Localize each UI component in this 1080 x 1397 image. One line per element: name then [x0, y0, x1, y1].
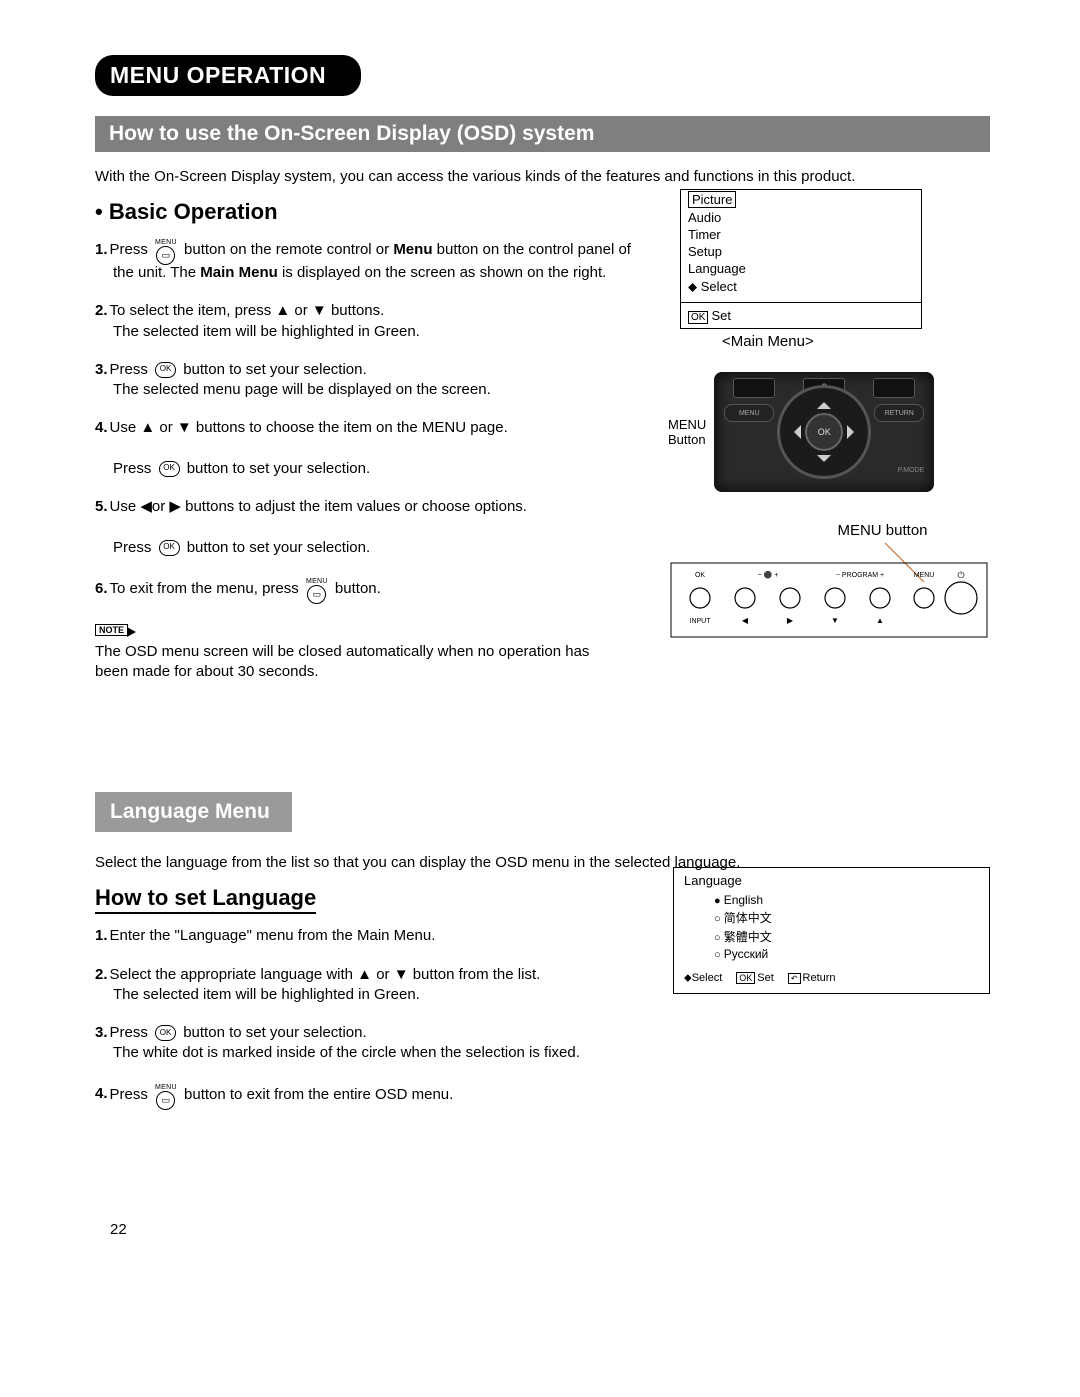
lang-step-3: 3.Press OK button to set your selection.… — [95, 1023, 653, 1064]
section-title: MENU OPERATION — [95, 55, 361, 96]
lang-option-english: English — [684, 892, 979, 908]
lang-option-traditional-chinese: 繁體中文 — [684, 927, 979, 946]
ok-button-icon: OK — [155, 362, 176, 378]
osd-item-language: Language — [681, 260, 921, 277]
osd-item-timer: Timer — [681, 226, 921, 243]
remote-down-icon — [817, 455, 831, 469]
lang-hint-set: OKSet — [736, 972, 774, 985]
step-2: 2.To select the item, press ▲ or ▼ butto… — [95, 301, 650, 342]
remote-ok-button: OK — [805, 413, 843, 451]
panel-caption: MENU button — [775, 522, 990, 539]
step-6: 6.To exit from the menu, press MENU▭ but… — [95, 576, 650, 602]
remote-pmode-label: P.MODE — [898, 467, 925, 474]
svg-text:◀: ◀ — [742, 616, 749, 625]
svg-text:− ⚫ +: − ⚫ + — [758, 570, 779, 579]
step-4: 4.Use ▲ or ▼ buttons to choose the item … — [95, 418, 650, 479]
remote-control-diagram: MENUButton 0 MENU RETURN OK P.MODE — [668, 372, 990, 492]
note-text: The OSD menu screen will be closed autom… — [95, 642, 610, 683]
svg-text:OK: OK — [695, 572, 705, 579]
lang-step-2: 2.Select the appropriate language with ▲… — [95, 965, 653, 1006]
svg-text:▶: ▶ — [787, 616, 794, 625]
svg-text:− PROGRAM +: − PROGRAM + — [836, 572, 884, 579]
updown-icon: ⬥ — [684, 972, 692, 984]
remote-menu-label: MENUButton — [668, 417, 706, 447]
remote-up-icon — [817, 395, 831, 409]
step-5: 5.Use ◀or ▶ buttons to adjust the item v… — [95, 497, 650, 558]
language-osd-diagram: Language English 简体中文 繁體中文 Русский ⬥Sele… — [673, 867, 990, 994]
svg-text:INPUT: INPUT — [690, 618, 712, 625]
svg-text:⏻: ⏻ — [957, 570, 964, 580]
subsection-bar-language: Language Menu — [95, 792, 292, 832]
lang-hint-select: ⬥Select — [684, 972, 722, 985]
osd-caption: <Main Menu> — [722, 333, 990, 350]
lang-step-1: 1.Enter the "Language" menu from the Mai… — [95, 926, 653, 946]
ok-button-icon: OK — [155, 1025, 176, 1041]
remote-dpad: OK — [777, 385, 871, 479]
menu-button-icon: MENU▭ — [306, 578, 328, 604]
page-number: 22 — [110, 1221, 990, 1238]
menu-button-icon: MENU▭ — [155, 1084, 177, 1110]
remote-return-button: RETURN — [874, 404, 924, 422]
basic-operation-steps: 1.Press MENU▭ button on the remote contr… — [95, 237, 650, 602]
osd-item-audio: Audio — [681, 209, 921, 226]
lang-option-russian: Русский — [684, 946, 979, 962]
remote-left-icon — [787, 425, 801, 439]
how-to-set-language-heading: How to set Language — [95, 885, 316, 914]
lang-osd-title: Language — [684, 873, 979, 888]
remote-right-icon — [847, 425, 861, 439]
ok-button-icon: OK — [159, 540, 180, 556]
osd-item-setup: Setup — [681, 243, 921, 260]
osd-hint-select: ⬥ Select — [681, 277, 921, 299]
ok-button-icon: OK — [159, 461, 180, 477]
lang-step-4: 4.Press MENU▭ button to exit from the en… — [95, 1082, 653, 1108]
osd-item-picture: Picture — [688, 191, 736, 208]
osd-main-menu-diagram: Picture Audio Timer Setup Language ⬥ Sel… — [680, 189, 922, 329]
basic-operation-heading: Basic Operation — [95, 199, 650, 225]
note-badge: NOTE — [95, 624, 128, 636]
svg-text:MENU: MENU — [914, 572, 935, 579]
updown-icon: ⬥ — [688, 279, 697, 294]
language-steps: 1.Enter the "Language" menu from the Mai… — [95, 926, 653, 1107]
menu-button-icon: MENU▭ — [155, 239, 177, 265]
lang-option-simplified-chinese: 简体中文 — [684, 908, 979, 927]
svg-text:▲: ▲ — [876, 616, 884, 625]
front-panel-diagram: MENU button OK − ⚫ + − PROGRAM + MENU ⏻ — [670, 522, 990, 648]
lang-hint-return: ↶Return — [788, 972, 836, 985]
step-3: 3.Press OK button to set your selection.… — [95, 360, 650, 401]
remote-menu-button: MENU — [724, 404, 774, 422]
step-1: 1.Press MENU▭ button on the remote contr… — [95, 237, 650, 283]
osd-hint-set: OKSet — [681, 306, 921, 328]
subsection-bar-osd: How to use the On-Screen Display (OSD) s… — [95, 116, 990, 152]
svg-text:▼: ▼ — [831, 616, 839, 625]
intro-text: With the On-Screen Display system, you c… — [95, 168, 990, 185]
